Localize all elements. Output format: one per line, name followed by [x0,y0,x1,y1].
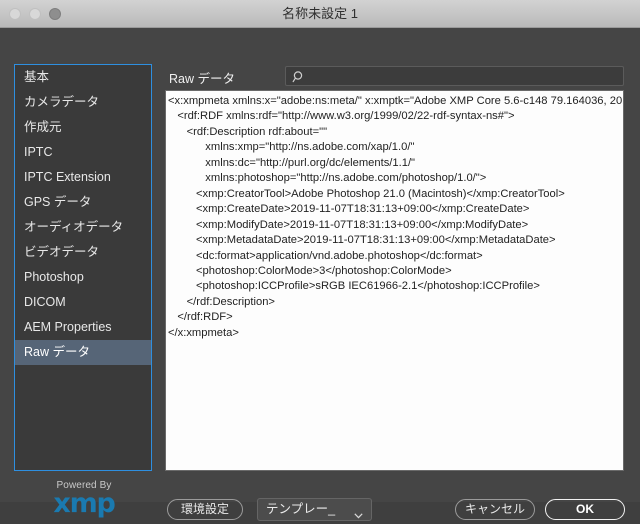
dialog-body: 基本 カメラデータ 作成元 IPTC IPTC Extension GPS データ オーディ… [0,28,640,521]
sidebar-item[interactable]: DICOM [15,290,151,315]
sidebar-item[interactable]: Photoshop [15,265,151,290]
metadata-dialog-window: 名称未設定 1 基本 カメラデータ 作成元 IPTC IPTC Extension GPS… [0,0,640,521]
search-icon [292,70,306,84]
sidebar-item[interactable]: 基本 [15,65,151,90]
sidebar-item[interactable]: IPTC Extension [15,165,151,190]
sidebar-item[interactable]: Raw データ [15,340,151,365]
sidebar-item[interactable]: オーディオデータ [15,215,151,240]
sidebar-item[interactable]: GPS データ [15,190,151,215]
cancel-button[interactable]: キャンセル [455,499,535,520]
raw-xmp-text: <x:xmpmeta xmlns:x="adobe:ns:meta/" x:xm… [168,95,623,339]
template-dropdown-label: テンプレー_ [266,502,336,516]
section-title: Raw データ [169,72,235,86]
window-title: 名称未設定 1 [282,6,358,21]
sidebar-item[interactable]: AEM Properties [15,315,151,340]
raw-data-panel[interactable]: <x:xmpmeta xmlns:x="adobe:ns:meta/" x:xm… [165,90,624,471]
category-sidebar[interactable]: 基本 カメラデータ 作成元 IPTC IPTC Extension GPS データ オーディ… [14,64,152,471]
xmp-logo: xmp [53,488,115,519]
chevron-down-icon [354,506,363,519]
sidebar-item[interactable]: 作成元 [15,115,151,140]
preferences-button[interactable]: 環境設定 [167,499,243,520]
ok-button[interactable]: OK [545,499,625,520]
xmp-branding: Powered By xmp [24,480,144,517]
window-titlebar: 名称未設定 1 [0,0,640,28]
sidebar-item[interactable]: カメラデータ [15,90,151,115]
search-field[interactable] [285,66,624,87]
template-dropdown[interactable]: テンプレー_ [257,498,372,521]
sidebar-item[interactable]: ビデオデータ [15,240,151,265]
search-input[interactable] [309,67,619,87]
sidebar-item[interactable]: IPTC [15,140,151,165]
